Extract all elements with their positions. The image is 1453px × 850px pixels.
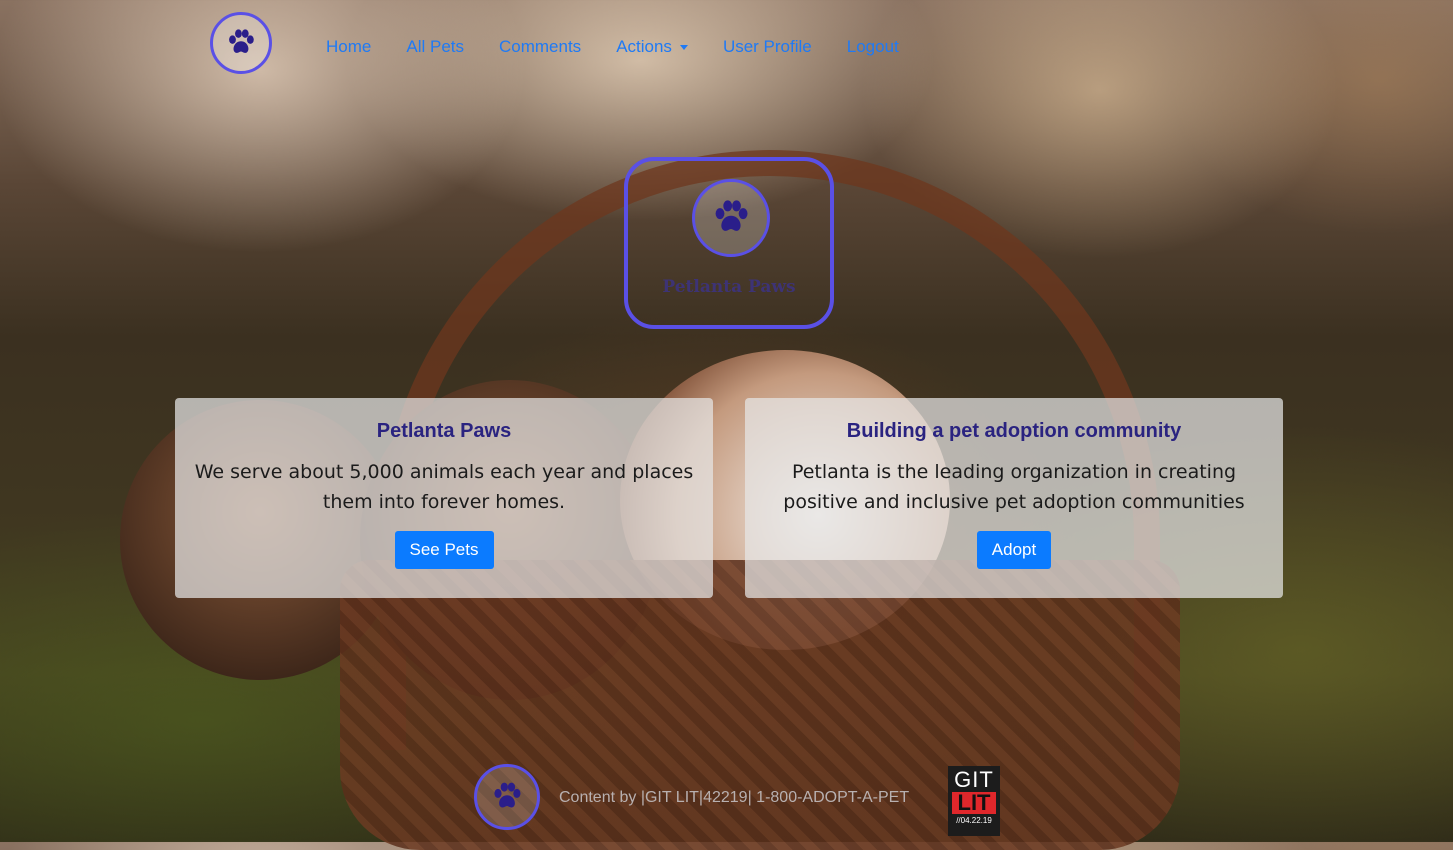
card-text: We serve about 5,000 animals each year a… (194, 461, 694, 513)
nav-actions-dropdown[interactable]: Actions (616, 37, 688, 57)
git-lit-line2: LIT (952, 792, 996, 814)
navbar: Home All Pets Comments Actions User Prof… (0, 0, 1453, 90)
footer-credit-text: Content by |GIT LIT|42219| 1-800-ADOPT-A… (559, 789, 910, 806)
git-lit-logo: GIT LIT //04.22.19 (948, 766, 1000, 836)
nav-links: Home All Pets Comments Actions User Prof… (326, 37, 934, 57)
card-text: Petlanta is the leading organization in … (783, 461, 1245, 513)
brand-logo (692, 179, 770, 257)
paw-icon (494, 782, 521, 808)
info-card-community: Building a pet adoption community Petlan… (745, 398, 1283, 598)
brand-logo-box: Petlanta Paws (624, 157, 834, 329)
see-pets-button[interactable]: See Pets (394, 531, 494, 569)
nav-all-pets[interactable]: All Pets (406, 37, 464, 57)
brand-name: Petlanta Paws (662, 277, 796, 297)
paw-icon (715, 200, 748, 231)
info-card-petlanta: Petlanta Paws We serve about 5,000 anima… (175, 398, 713, 598)
adopt-button[interactable]: Adopt (976, 531, 1052, 569)
nav-logout[interactable]: Logout (847, 37, 899, 57)
card-title: Petlanta Paws (376, 420, 512, 442)
paw-icon (229, 29, 254, 53)
git-lit-date: //04.22.19 (956, 816, 992, 825)
nav-user-profile[interactable]: User Profile (723, 37, 812, 57)
card-title: Building a pet adoption community (846, 420, 1182, 442)
footer: Content by |GIT LIT|42219| 1-800-ADOPT-A… (0, 760, 1453, 842)
git-lit-line1: GIT (954, 767, 994, 792)
chevron-down-icon (679, 45, 688, 51)
nav-actions-label: Actions (616, 37, 672, 56)
nav-home[interactable]: Home (326, 37, 371, 57)
nav-logo[interactable] (210, 12, 272, 74)
footer-logo (474, 764, 540, 830)
nav-comments[interactable]: Comments (499, 37, 581, 57)
